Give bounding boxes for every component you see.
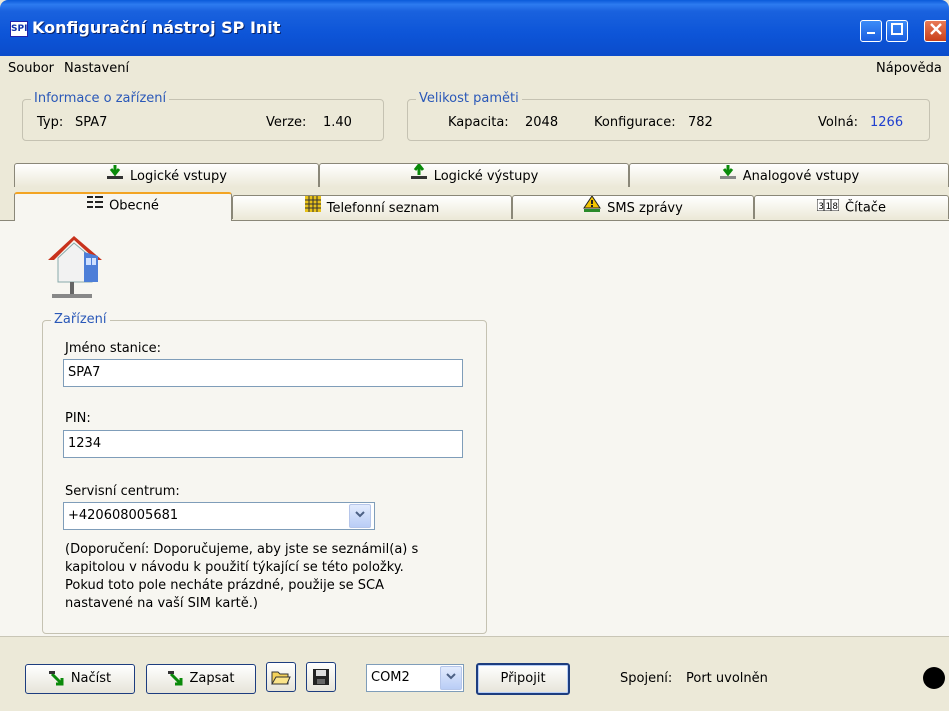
menu-file[interactable]: Soubor [8, 61, 54, 76]
chevron-down-icon [446, 673, 456, 680]
maximize-icon [891, 23, 903, 35]
phonebook-grid-icon [304, 196, 321, 221]
connection-label: Spojení: [620, 671, 673, 686]
device-group: Zařízení Jméno stanice: SPA7 PIN: 1234 S… [42, 312, 487, 634]
open-file-button[interactable] [266, 662, 296, 692]
version-value: 1.40 [323, 115, 352, 130]
title-bar[interactable]: SPI Konfigurační nástroj SP Init [0, 0, 949, 56]
close-icon [929, 23, 942, 35]
device-info-legend: Informace o zařízení [31, 91, 170, 106]
save-disk-icon [313, 668, 329, 685]
free-label: Volná: [818, 115, 859, 130]
spi-logo-icon: SPI [10, 21, 28, 37]
tab-sms-label: SMS zprávy [607, 201, 683, 216]
hint-line-3: Pokud toto pole necháte prázdné, použije… [65, 578, 384, 593]
close-button[interactable] [924, 20, 946, 42]
service-center-dropdown-button[interactable] [349, 504, 371, 528]
type-value: SPA7 [75, 115, 108, 130]
service-center-hint: (Doporučení: Doporučujeme, aby jste se s… [65, 541, 485, 613]
menu-help[interactable]: Nápověda [876, 61, 942, 76]
tab-logical-outputs-label: Logické výstupy [433, 169, 539, 184]
type-label: Typ: [37, 115, 64, 130]
station-name-input[interactable]: SPA7 [63, 359, 463, 387]
maximize-button[interactable] [886, 20, 908, 42]
tab-sms[interactable]: SMS zprávy [512, 195, 754, 219]
service-center-value: +420608005681 [68, 508, 179, 523]
chevron-down-icon [355, 511, 365, 518]
connection-indicator [923, 667, 945, 689]
tab-logical-inputs[interactable]: Logické vstupy [14, 163, 319, 187]
connection-status: Port uvolněn [686, 671, 768, 686]
input-arrow-icon [106, 164, 124, 189]
config-value: 782 [688, 115, 713, 130]
hint-line-2: kapitolou v návodu k použití týkající se… [65, 560, 404, 575]
tab-counters-label: Čítače [845, 200, 886, 216]
bottom-toolbar: Načíst Zapsat COM2 Připojit Spojení: Por… [0, 636, 949, 711]
capacity-value: 2048 [525, 115, 559, 130]
station-name-label: Jméno stanice: [65, 341, 162, 356]
connect-button[interactable]: Připojit [476, 663, 570, 695]
tab-analog-inputs-label: Analogové vstupy [742, 169, 860, 184]
port-dropdown-button[interactable] [440, 666, 462, 690]
output-arrow-icon [410, 162, 428, 189]
analog-input-icon [719, 164, 737, 189]
tab-logical-outputs[interactable]: Logické výstupy [319, 162, 629, 189]
svg-text:1: 1 [826, 202, 831, 211]
device-info-group: Informace o zařízení Typ: SPA7 Verze: 1.… [22, 91, 384, 141]
memory-legend: Velikost paměti [416, 91, 522, 106]
svg-text:3: 3 [819, 202, 824, 211]
device-group-legend: Zařízení [51, 312, 110, 327]
svg-text:8: 8 [833, 202, 838, 211]
tab-general-label: Obecné [109, 198, 159, 214]
connect-label: Připojit [500, 671, 546, 686]
pin-input[interactable]: 1234 [63, 430, 463, 458]
memory-group: Velikost paměti Kapacita: 2048 Konfigura… [407, 91, 930, 141]
minimize-icon [867, 32, 875, 34]
menu-bar: Soubor Nastavení Nápověda [0, 56, 949, 82]
tab-phonebook-label: Telefonní seznam [326, 201, 440, 216]
tab-counters[interactable]: 318 Čítače [754, 195, 949, 219]
pin-label: PIN: [65, 411, 91, 426]
tab-phonebook[interactable]: Telefonní seznam [232, 195, 512, 219]
hint-line-4: nastavené na vaší SIM kartě.) [65, 596, 258, 611]
tab-general[interactable]: Obecné [14, 192, 232, 221]
load-label: Načíst [70, 671, 112, 686]
sms-warning-icon [583, 195, 602, 221]
general-list-icon [87, 194, 104, 218]
write-button[interactable]: Zapsat [146, 664, 256, 694]
tab-logical-inputs-label: Logické vstupy [130, 169, 227, 184]
general-tab-panel: Zařízení Jméno stanice: SPA7 PIN: 1234 S… [0, 220, 949, 636]
config-label: Konfigurace: [594, 115, 676, 130]
counter-icon: 318 [816, 196, 840, 220]
load-button[interactable]: Načíst [25, 664, 135, 694]
write-label: Zapsat [189, 671, 235, 686]
menu-settings[interactable]: Nastavení [64, 61, 129, 76]
hint-line-1: (Doporučení: Doporučujeme, aby jste se s… [65, 542, 419, 557]
tab-analog-inputs[interactable]: Analogové vstupy [629, 163, 949, 187]
capacity-label: Kapacita: [448, 115, 509, 130]
free-value: 1266 [870, 115, 904, 130]
service-center-combo[interactable]: +420608005681 [63, 502, 375, 530]
service-center-label: Servisní centrum: [65, 484, 180, 499]
port-value: COM2 [371, 670, 410, 685]
version-label: Verze: [266, 115, 307, 130]
house-network-icon [44, 228, 110, 310]
load-icon [48, 670, 64, 685]
minimize-button[interactable] [860, 20, 882, 42]
save-file-button[interactable] [306, 662, 336, 692]
open-folder-icon [271, 671, 291, 684]
window-title: Konfigurační nástroj SP Init [32, 18, 281, 37]
write-icon [167, 670, 183, 685]
